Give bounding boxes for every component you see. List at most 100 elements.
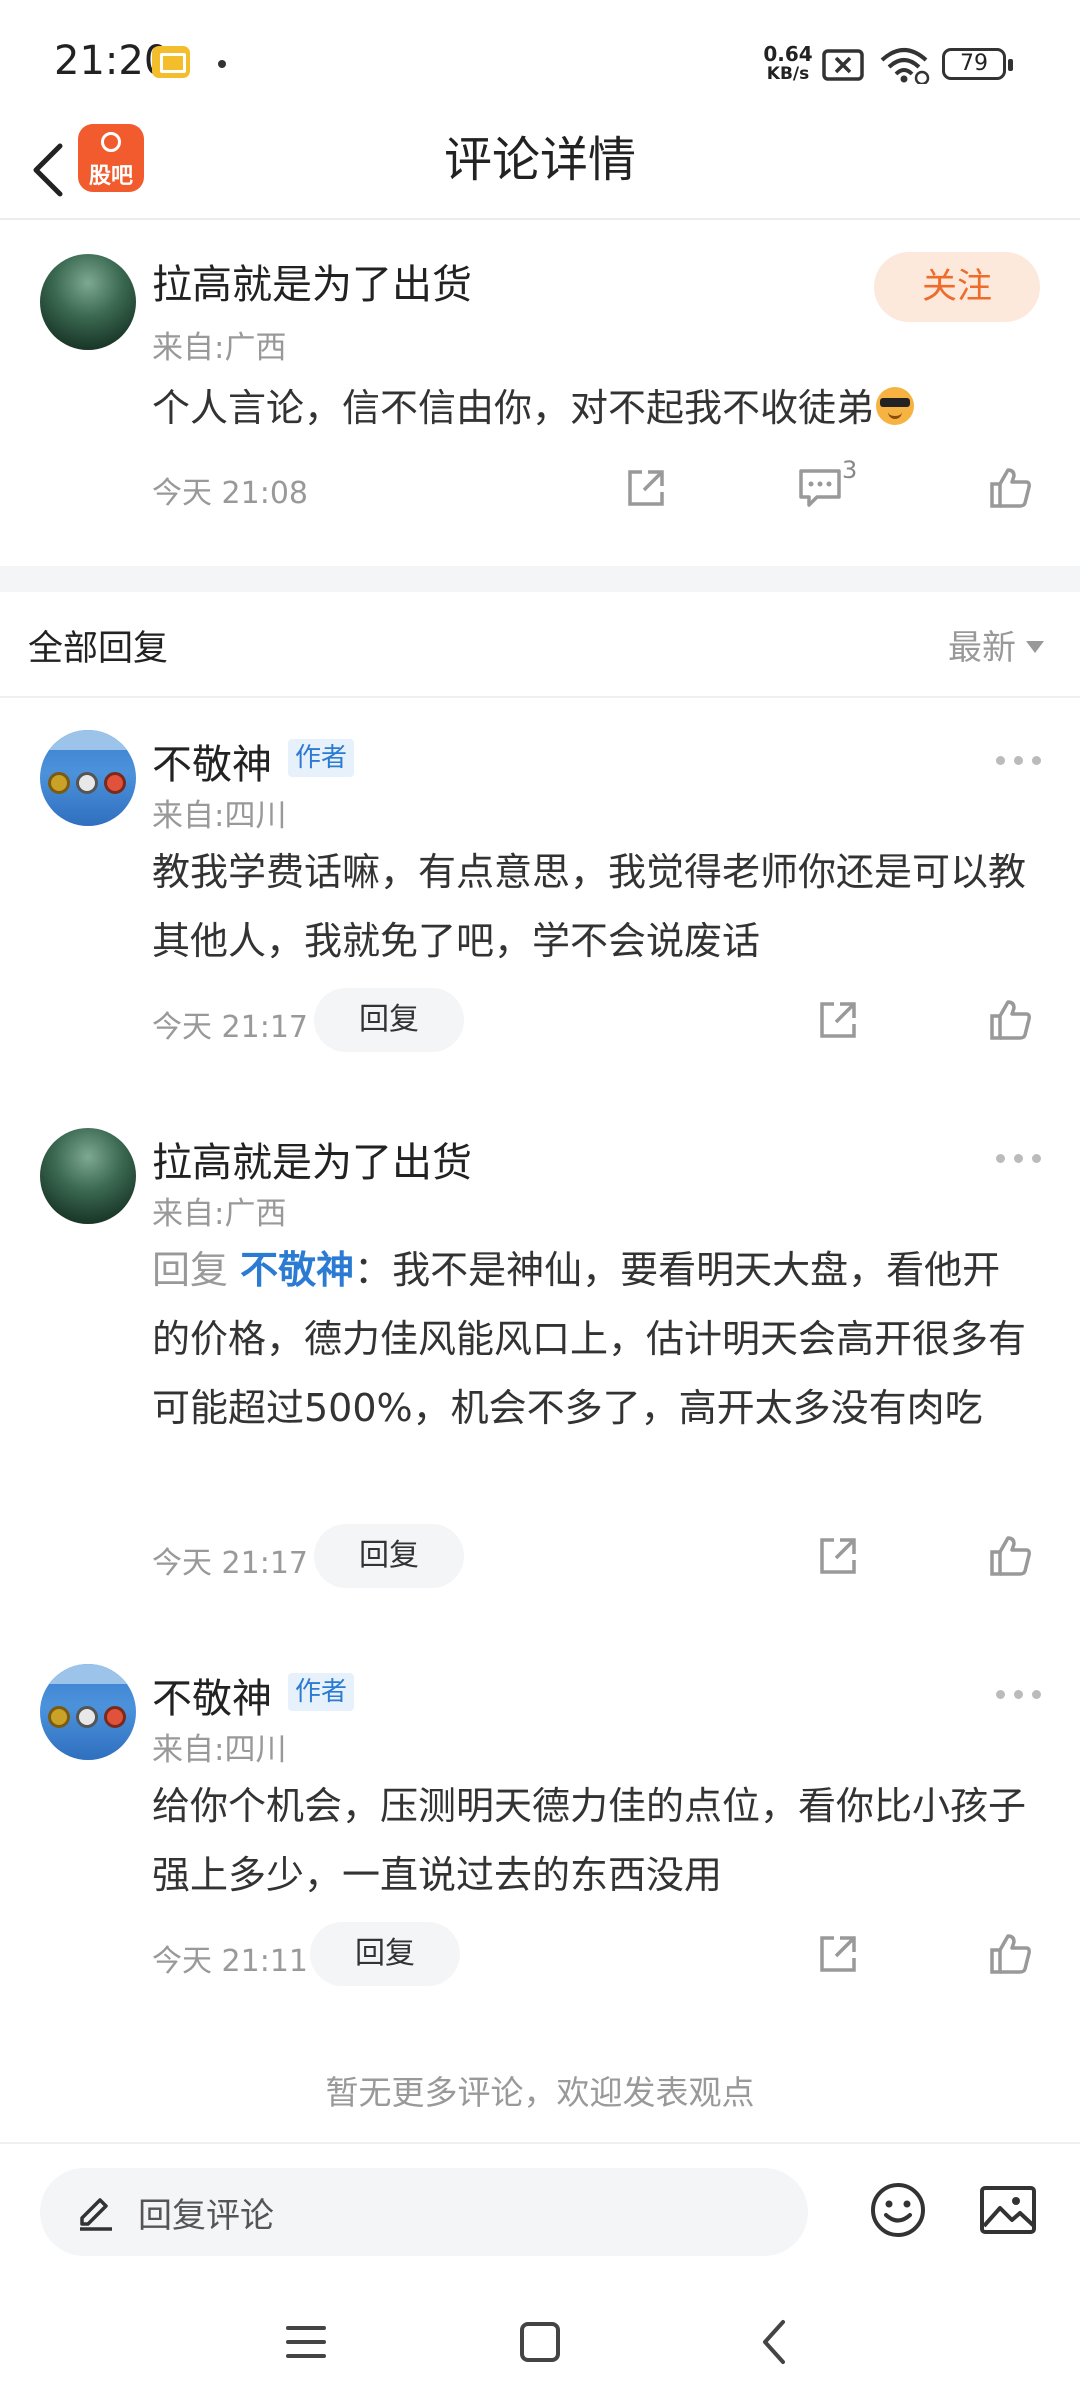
comment-icon xyxy=(799,469,841,507)
page-title: 评论详情 xyxy=(443,132,636,188)
comment-count: 3 xyxy=(842,456,858,484)
square-icon xyxy=(520,2322,560,2362)
back-button[interactable] xyxy=(18,130,78,210)
reply-content: 回复 不敬神：我不是神仙，要看明天大盘，看他开的价格，德力佳风能风口上，估计明天… xyxy=(152,1236,1032,1443)
status-bar: 21:20 0.64 KB/s 79 xyxy=(0,0,1080,120)
share-button[interactable] xyxy=(616,458,676,518)
avatar-badge xyxy=(104,1706,126,1728)
reply-prefix: 回复 xyxy=(152,1248,229,1292)
system-back-button[interactable] xyxy=(744,2312,804,2372)
reply-content: 给你个机会，压测明天德力佳的点位，看你比小孩子强上多少，一直说过去的东西没用 xyxy=(152,1784,1027,1897)
sunglasses-emoji-icon xyxy=(876,387,915,425)
share-icon xyxy=(820,1936,856,1972)
mail-notification-icon xyxy=(152,46,190,78)
no-more-comments-text: 暂无更多评论，欢迎发表观点 xyxy=(325,2073,755,2112)
reply-time: 今天 21:17 xyxy=(152,1010,308,1045)
sort-label: 最新 xyxy=(948,628,1016,668)
reply-button[interactable]: 回复 xyxy=(314,1524,464,1588)
wifi-icon xyxy=(878,44,930,88)
caret-down-icon xyxy=(1026,641,1044,653)
share-button[interactable] xyxy=(808,990,868,1050)
main-comment-content: 个人言论，信不信由你，对不起我不收徒弟 xyxy=(152,374,1032,443)
reply-content: 教我学费话嘛，有点意思，我觉得老师你还是可以教其他人，我就免了吧，学不会说废话 xyxy=(152,850,1027,963)
avatar[interactable] xyxy=(40,730,136,826)
system-nav-bar xyxy=(0,2272,1080,2400)
like-button[interactable] xyxy=(980,1924,1040,1984)
reply-username[interactable]: 不敬神 xyxy=(152,1666,272,1724)
chevron-left-icon xyxy=(33,143,63,197)
author-tag: 作者 xyxy=(288,1673,355,1711)
reply-input-bar: 回复评论 xyxy=(0,2142,1080,2272)
logo-mark-icon xyxy=(101,132,121,152)
thumbs-up-icon xyxy=(990,468,1031,508)
no-sim-icon xyxy=(822,48,864,86)
more-options-button[interactable] xyxy=(974,740,1064,780)
avatar[interactable] xyxy=(40,1664,136,1760)
share-button[interactable] xyxy=(808,1924,868,1984)
comment-detail-page: 21:20 0.64 KB/s 79 股吧 评论详情 拉高就是为了出货 来自:广… xyxy=(0,0,1080,2400)
like-button[interactable] xyxy=(980,458,1040,518)
share-icon xyxy=(820,1538,856,1574)
battery-level: 79 xyxy=(960,51,988,76)
chevron-left-icon xyxy=(763,2320,785,2364)
guba-logo[interactable]: 股吧 xyxy=(78,124,144,192)
nav-divider xyxy=(0,218,1080,220)
reply-mention-link[interactable]: 不敬神 xyxy=(240,1248,354,1292)
network-speed: 0.64 KB/s xyxy=(760,44,816,84)
reply-location: 来自:四川 xyxy=(152,1732,287,1768)
follow-button[interactable]: 关注 xyxy=(874,252,1040,322)
notification-dot-icon xyxy=(218,60,226,68)
recents-button[interactable] xyxy=(276,2312,336,2372)
reply-location: 来自:四川 xyxy=(152,798,287,834)
reply-username[interactable]: 拉高就是为了出货 xyxy=(152,1130,472,1188)
home-button[interactable] xyxy=(510,2312,570,2372)
network-speed-value: 0.64 xyxy=(763,42,813,66)
replies-section-title: 全部回复 xyxy=(28,629,169,669)
like-button[interactable] xyxy=(980,1526,1040,1586)
main-comment-location: 来自:广西 xyxy=(152,330,287,366)
avatar-badge xyxy=(48,772,70,794)
avatar-badge xyxy=(104,772,126,794)
avatar[interactable] xyxy=(40,1128,136,1224)
menu-icon xyxy=(286,2326,326,2358)
reply-input[interactable]: 回复评论 xyxy=(40,2168,808,2256)
battery-icon: 79 xyxy=(942,48,1013,80)
network-speed-unit: KB/s xyxy=(766,64,810,84)
thumbs-up-icon xyxy=(990,1000,1031,1040)
avatar-banner xyxy=(40,730,136,750)
pencil-icon xyxy=(80,2198,112,2231)
main-comment-text: 个人言论，信不信由你，对不起我不收徒弟 xyxy=(152,386,875,430)
replies-header: 全部回复 最新 xyxy=(0,592,1080,698)
share-button[interactable] xyxy=(808,1526,868,1586)
logo-text: 股吧 xyxy=(88,164,133,189)
main-comment-username[interactable]: 拉高就是为了出货 xyxy=(152,252,472,310)
avatar[interactable] xyxy=(40,254,136,350)
reply-input-placeholder: 回复评论 xyxy=(138,2196,274,2236)
nav-bar: 股吧 评论详情 xyxy=(0,120,1080,220)
reply-button[interactable]: 回复 xyxy=(310,1922,460,1986)
comment-button[interactable] xyxy=(790,458,850,518)
like-button[interactable] xyxy=(980,990,1040,1050)
sort-dropdown[interactable]: 最新 xyxy=(948,620,1044,669)
reply-username[interactable]: 不敬神 xyxy=(152,732,272,790)
more-options-button[interactable] xyxy=(974,1138,1064,1178)
smiley-icon xyxy=(871,2183,925,2237)
reply-button[interactable]: 回复 xyxy=(314,988,464,1052)
avatar-badge xyxy=(76,772,98,794)
more-options-button[interactable] xyxy=(974,1674,1064,1714)
emoji-button[interactable] xyxy=(868,2180,928,2244)
section-divider xyxy=(0,566,1080,592)
reply-location: 来自:广西 xyxy=(152,1196,287,1232)
share-icon xyxy=(820,1002,856,1038)
thumbs-up-icon xyxy=(990,1934,1031,1974)
image-button[interactable] xyxy=(978,2180,1038,2244)
avatar-badge xyxy=(48,1706,70,1728)
image-icon xyxy=(980,2186,1036,2234)
avatar-banner xyxy=(40,1664,136,1684)
thumbs-up-icon xyxy=(990,1536,1031,1576)
main-comment-time: 今天 21:08 xyxy=(152,476,308,511)
reply-time: 今天 21:11 xyxy=(152,1944,308,1979)
share-icon xyxy=(628,470,664,506)
author-tag: 作者 xyxy=(288,739,355,777)
avatar-badge xyxy=(76,1706,98,1728)
